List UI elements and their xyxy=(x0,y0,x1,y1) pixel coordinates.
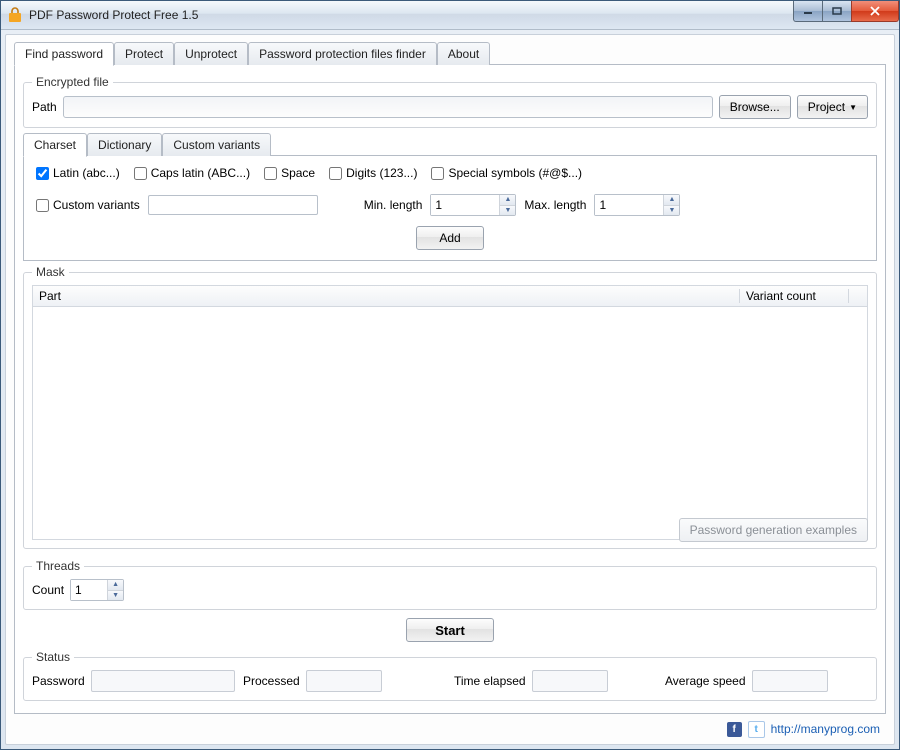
app-window: PDF Password Protect Free 1.5 Find passw… xyxy=(0,0,900,750)
path-input[interactable] xyxy=(63,96,713,118)
min-length-spinner[interactable]: ▲ ▼ xyxy=(430,194,516,216)
max-length-spinner[interactable]: ▲ ▼ xyxy=(594,194,680,216)
col-variant-count[interactable]: Variant count xyxy=(740,289,849,303)
status-speed-value xyxy=(752,670,828,692)
find-password-panel: Encrypted file Path Browse... Project ▼ … xyxy=(14,64,886,714)
mask-grid-body[interactable] xyxy=(32,307,868,540)
tab-find-password[interactable]: Find password xyxy=(14,42,114,66)
space-checkbox[interactable]: Space xyxy=(264,166,315,180)
encrypted-file-group: Encrypted file Path Browse... Project ▼ xyxy=(23,75,877,128)
threads-spinner[interactable]: ▲ ▼ xyxy=(70,579,124,601)
latin-checkbox-input[interactable] xyxy=(36,167,49,180)
digits-label: Digits (123...) xyxy=(346,166,417,180)
status-elapsed-value xyxy=(532,670,608,692)
max-length-label: Max. length xyxy=(524,198,586,212)
titlebar[interactable]: PDF Password Protect Free 1.5 xyxy=(1,1,899,30)
min-down-icon[interactable]: ▼ xyxy=(500,205,515,216)
digits-checkbox-input[interactable] xyxy=(329,167,342,180)
mask-grid-header: Part Variant count xyxy=(32,285,868,307)
mask-group: Mask Part Variant count Password generat… xyxy=(23,265,877,549)
close-button[interactable] xyxy=(851,1,899,22)
status-password-value xyxy=(91,670,235,692)
tab-custom-variants[interactable]: Custom variants xyxy=(162,133,271,156)
caps-checkbox-input[interactable] xyxy=(134,167,147,180)
encrypted-file-legend: Encrypted file xyxy=(32,75,113,89)
mask-legend: Mask xyxy=(32,265,69,279)
special-checkbox[interactable]: Special symbols (#@$...) xyxy=(431,166,582,180)
minimize-button[interactable] xyxy=(793,1,823,22)
threads-up-icon[interactable]: ▲ xyxy=(108,580,123,590)
max-down-icon[interactable]: ▼ xyxy=(664,205,679,216)
browse-button[interactable]: Browse... xyxy=(719,95,791,119)
caps-label: Caps latin (ABC...) xyxy=(151,166,250,180)
window-controls xyxy=(794,1,899,21)
window-title: PDF Password Protect Free 1.5 xyxy=(29,8,794,22)
max-length-input[interactable] xyxy=(595,195,663,215)
threads-legend: Threads xyxy=(32,559,84,573)
app-icon xyxy=(7,7,23,23)
custom-variants-checkbox-input[interactable] xyxy=(36,199,49,212)
status-processed-label: Processed xyxy=(243,674,300,688)
tab-protect[interactable]: Protect xyxy=(114,42,174,65)
special-label: Special symbols (#@$...) xyxy=(448,166,582,180)
latin-checkbox[interactable]: Latin (abc...) xyxy=(36,166,120,180)
status-legend: Status xyxy=(32,650,74,664)
charset-block: Charset Dictionary Custom variants Latin… xyxy=(23,134,877,261)
footer: f t http://manyprog.com xyxy=(14,716,886,740)
password-examples-button[interactable]: Password generation examples xyxy=(679,518,868,542)
status-processed-value xyxy=(306,670,382,692)
charset-tabs: Charset Dictionary Custom variants xyxy=(23,134,877,156)
min-length-label: Min. length xyxy=(364,198,423,212)
charset-panel: Latin (abc...) Caps latin (ABC...) Space xyxy=(23,155,877,261)
status-elapsed-label: Time elapsed xyxy=(454,674,526,688)
max-up-icon[interactable]: ▲ xyxy=(664,195,679,205)
facebook-icon[interactable]: f xyxy=(727,722,742,737)
path-label: Path xyxy=(32,100,57,114)
status-group: Status Password Processed Time elapsed xyxy=(23,650,877,701)
threads-count-label: Count xyxy=(32,583,64,597)
threads-down-icon[interactable]: ▼ xyxy=(108,590,123,601)
start-button[interactable]: Start xyxy=(406,618,494,642)
threads-group: Threads Count ▲ ▼ xyxy=(23,559,877,610)
chevron-down-icon: ▼ xyxy=(849,103,857,112)
twitter-icon[interactable]: t xyxy=(748,721,765,738)
min-length-input[interactable] xyxy=(431,195,499,215)
window-body: Find password Protect Unprotect Password… xyxy=(5,34,895,745)
tab-about[interactable]: About xyxy=(437,42,490,65)
project-button-label: Project xyxy=(808,100,845,114)
special-checkbox-input[interactable] xyxy=(431,167,444,180)
add-button[interactable]: Add xyxy=(416,226,483,250)
digits-checkbox[interactable]: Digits (123...) xyxy=(329,166,417,180)
custom-variants-input[interactable] xyxy=(148,195,318,215)
custom-variants-checkbox[interactable]: Custom variants xyxy=(36,198,140,212)
project-button[interactable]: Project ▼ xyxy=(797,95,868,119)
tab-unprotect[interactable]: Unprotect xyxy=(174,42,248,65)
tab-dictionary[interactable]: Dictionary xyxy=(87,133,162,156)
col-part[interactable]: Part xyxy=(33,289,740,303)
tab-finder[interactable]: Password protection files finder xyxy=(248,42,437,65)
space-checkbox-input[interactable] xyxy=(264,167,277,180)
min-up-icon[interactable]: ▲ xyxy=(500,195,515,205)
custom-variants-label: Custom variants xyxy=(53,198,140,212)
latin-label: Latin (abc...) xyxy=(53,166,120,180)
space-label: Space xyxy=(281,166,315,180)
status-password-label: Password xyxy=(32,674,85,688)
main-tabs: Find password Protect Unprotect Password… xyxy=(14,41,886,65)
status-speed-label: Average speed xyxy=(665,674,746,688)
threads-input[interactable] xyxy=(71,580,107,600)
tab-charset[interactable]: Charset xyxy=(23,133,87,157)
maximize-button[interactable] xyxy=(822,1,852,22)
footer-link[interactable]: http://manyprog.com xyxy=(771,722,880,736)
caps-checkbox[interactable]: Caps latin (ABC...) xyxy=(134,166,250,180)
